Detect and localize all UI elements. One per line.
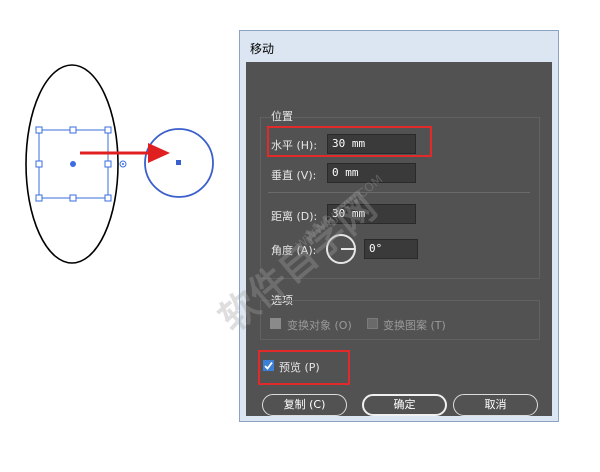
checkmark-icon [264, 361, 273, 370]
preview-label: 预览 (P) [279, 361, 320, 374]
transform-objects-checkbox[interactable] [270, 318, 281, 329]
dialog-titlebar[interactable]: 移动 [240, 31, 558, 61]
preview-checkbox[interactable] [263, 360, 274, 371]
position-divider [268, 192, 530, 193]
transform-patterns-label: 变换图案 (T) [383, 319, 446, 332]
transform-objects-label: 变换对象 (O) [287, 319, 352, 332]
position-heading: 位置 [271, 110, 293, 123]
move-arrow-icon [80, 143, 170, 163]
move-dialog: 移动 位置 水平 (H): 30 mm 垂直 (V): 0 mm 距离 (D):… [239, 30, 559, 422]
cancel-button[interactable]: 取消 [453, 394, 538, 416]
copy-button[interactable]: 复制 (C) [262, 394, 347, 416]
ok-button[interactable]: 确定 [362, 394, 447, 416]
transform-patterns-checkbox[interactable] [367, 318, 378, 329]
dialog-title: 移动 [250, 42, 275, 56]
vertical-label: 垂直 (V): [271, 169, 317, 182]
selection-bounding-box[interactable] [35, 126, 127, 202]
horizontal-highlight [267, 126, 432, 157]
angle-input[interactable]: 0° [364, 239, 418, 259]
